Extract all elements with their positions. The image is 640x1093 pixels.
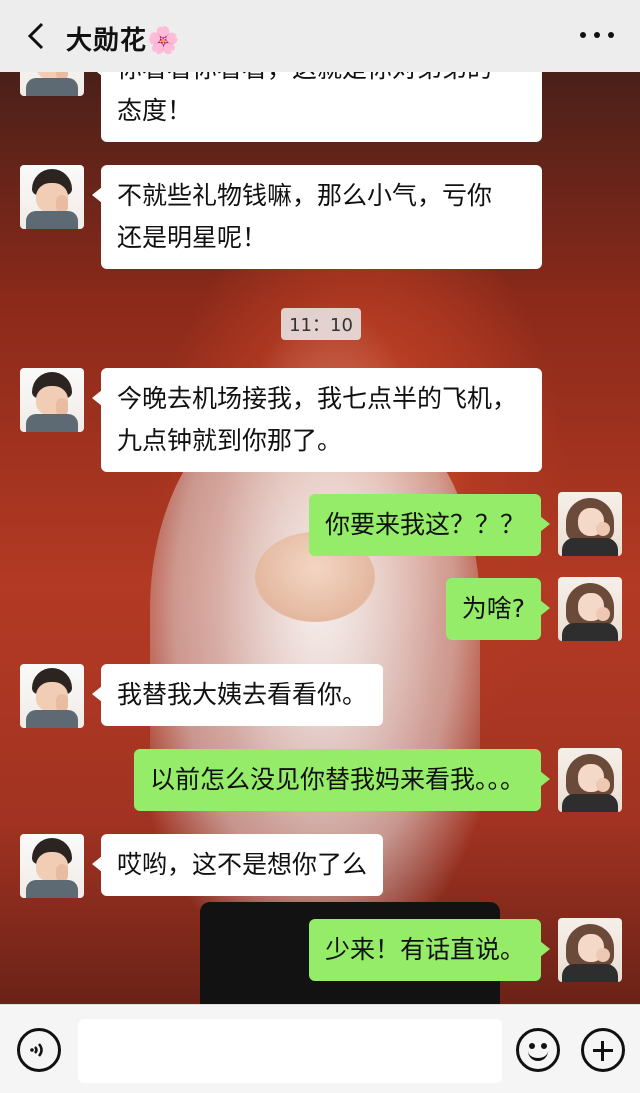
message-text: 哎哟，这不是想你了么 [117, 850, 368, 879]
message-text: 不就些礼物钱嘛，那么小气，亏你 [117, 181, 493, 210]
message-text: 你要来我这？？？ [324, 510, 525, 539]
message-bubble-outgoing[interactable]: 少来！有话直说。 [308, 919, 551, 981]
message-bubble-incoming[interactable]: 你看看你看看，这就是你对弟弟的 态度！ [92, 72, 542, 142]
contact-avatar[interactable] [20, 165, 84, 229]
message-text: 你看看你看看，这就是你对弟弟的 [117, 72, 526, 90]
chat-title: 大勋花🌸 [66, 26, 181, 56]
self-avatar[interactable] [558, 748, 622, 812]
message-timestamp: 11：10 [281, 308, 361, 340]
message-text: 我替我大姨去看看你。 [117, 680, 368, 709]
message-bubble-outgoing[interactable]: 为啥? [445, 578, 551, 640]
more-options-button[interactable] [580, 28, 614, 42]
chat-header: 大勋花🌸 [0, 0, 640, 72]
message-text: 九点钟就到你那了。 [117, 426, 343, 455]
contact-avatar[interactable] [20, 834, 84, 898]
emoji-icon-mouth [528, 1051, 548, 1061]
back-button[interactable] [18, 18, 54, 54]
message-list[interactable]: 你看看你看看，这就是你对弟弟的 态度！ 不就些礼物钱嘛，那么小气，亏你 还是明星… [0, 72, 640, 1004]
message-text: 为啥? [461, 594, 525, 623]
message-text: 以前怎么没见你替我妈来看我。。。 [149, 765, 525, 794]
more-dots-icon [608, 32, 614, 38]
input-bar [0, 1004, 640, 1093]
emoji-button[interactable] [516, 1028, 560, 1072]
voice-input-button[interactable] [17, 1028, 61, 1072]
message-bubble-incoming[interactable]: 今晚去机场接我，我七点半的飞机， 九点钟就到你那了。 [92, 368, 542, 472]
message-text: 少来！有话直说。 [324, 935, 525, 964]
message-bubble-incoming[interactable]: 我替我大姨去看看你。 [91, 664, 384, 726]
more-dots-icon [580, 32, 586, 38]
chevron-left-icon [27, 22, 44, 50]
message-text: 还是明星呢！ [117, 223, 268, 252]
message-text: 今晚去机场接我，我七点半的飞机， [117, 384, 518, 413]
message-input[interactable] [78, 1019, 502, 1083]
emoji-icon [529, 1043, 535, 1049]
self-avatar[interactable] [558, 577, 622, 641]
more-actions-button[interactable] [581, 1028, 625, 1072]
message-bubble-outgoing[interactable]: 你要来我这？？？ [308, 494, 551, 556]
emoji-icon-eye [541, 1043, 547, 1049]
message-bubble-outgoing[interactable]: 以前怎么没见你替我妈来看我。。。 [133, 749, 551, 811]
message-text: 态度！ [117, 96, 193, 125]
message-bubble-incoming[interactable]: 哎哟，这不是想你了么 [91, 834, 384, 896]
contact-avatar[interactable] [20, 664, 84, 728]
voice-icon [30, 1043, 43, 1057]
self-avatar[interactable] [558, 918, 622, 982]
contact-avatar[interactable] [20, 72, 84, 96]
message-bubble-incoming[interactable]: 不就些礼物钱嘛，那么小气，亏你 还是明星呢！ [92, 165, 542, 269]
more-dots-icon [594, 32, 600, 38]
contact-avatar[interactable] [20, 368, 84, 432]
self-avatar[interactable] [558, 492, 622, 556]
